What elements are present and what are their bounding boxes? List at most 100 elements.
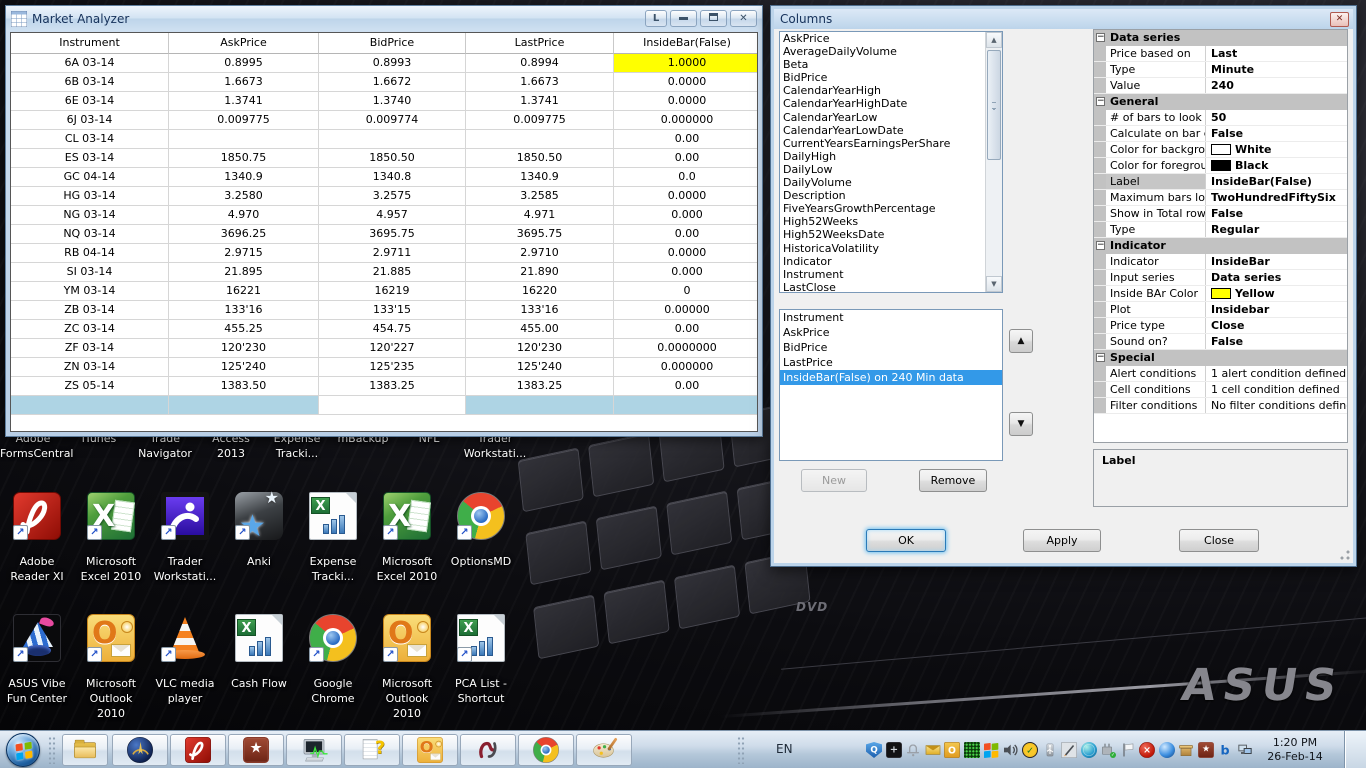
value-cell[interactable]: 1.3740: [319, 92, 466, 111]
property-row[interactable]: Cell conditions 1 cell condition defined: [1094, 382, 1347, 398]
available-column-item[interactable]: Description: [780, 189, 1002, 202]
property-row[interactable]: Price based on Last: [1094, 46, 1347, 62]
available-column-item[interactable]: DailyLow: [780, 163, 1002, 176]
column-header[interactable]: AskPrice: [169, 33, 319, 54]
table-row[interactable]: ZC 03-14 455.25 454.75 455.00 0.00: [11, 320, 757, 339]
tray-norton[interactable]: ✓: [1022, 742, 1038, 758]
property-group-header[interactable]: − Data series: [1094, 30, 1347, 46]
taskbar-clock[interactable]: 1:20 PM 26-Feb-14: [1258, 736, 1332, 764]
value-cell[interactable]: 1383.25: [319, 377, 466, 396]
desktop-icon-asus-vibe[interactable]: ↗ ASUS Vibe Fun Center: [0, 610, 74, 706]
value-cell[interactable]: 0.00: [614, 149, 757, 168]
value-cell[interactable]: 1.6672: [319, 73, 466, 92]
property-row[interactable]: Sound on? False: [1094, 334, 1347, 350]
value-cell[interactable]: 1850.50: [319, 149, 466, 168]
table-row[interactable]: NQ 03-14 3696.25 3695.75 3695.75 0.00: [11, 225, 757, 244]
desktop-icon-adobe[interactable]: ↗ Adobe Reader XI: [0, 488, 74, 584]
value-cell[interactable]: 3.2580: [169, 187, 319, 206]
apply-button[interactable]: Apply: [1023, 529, 1101, 552]
tray-mail-envelope[interactable]: [925, 742, 941, 758]
property-value[interactable]: InsideBar: [1206, 254, 1347, 269]
property-value[interactable]: 1 alert condition defined: [1206, 366, 1347, 381]
close-button[interactable]: ✕: [730, 10, 757, 27]
taskbar-button-ninjatrader[interactable]: [460, 734, 516, 766]
instrument-cell[interactable]: GC 04-14: [11, 168, 169, 187]
instrument-cell[interactable]: ZN 03-14: [11, 358, 169, 377]
available-column-item[interactable]: Beta: [780, 58, 1002, 71]
value-cell[interactable]: 133'16: [169, 301, 319, 320]
value-cell[interactable]: 2.9711: [319, 244, 466, 263]
value-cell[interactable]: 455.25: [169, 320, 319, 339]
property-row[interactable]: Price type Close: [1094, 318, 1347, 334]
resize-grip[interactable]: [1339, 549, 1351, 561]
table-row[interactable]: SI 03-14 21.895 21.885 21.890 0.000: [11, 263, 757, 282]
dialog-close-button[interactable]: ✕: [1330, 12, 1349, 27]
property-value[interactable]: False: [1206, 126, 1347, 141]
property-row[interactable]: Plot Insidebar: [1094, 302, 1347, 318]
value-cell[interactable]: 454.75: [319, 320, 466, 339]
tray-bell[interactable]: [905, 742, 921, 758]
property-row[interactable]: Type Minute: [1094, 62, 1347, 78]
available-column-item[interactable]: CalendarYearLow: [780, 111, 1002, 124]
maximize-button[interactable]: [700, 10, 727, 27]
collapse-icon[interactable]: −: [1096, 97, 1105, 106]
taskbar-button-outlook[interactable]: O: [402, 734, 458, 766]
value-cell[interactable]: 125'235: [319, 358, 466, 377]
available-column-item[interactable]: CalendarYearLowDate: [780, 124, 1002, 137]
value-cell[interactable]: 3695.75: [466, 225, 614, 244]
tray-package-box[interactable]: [1178, 742, 1194, 758]
selected-column-item[interactable]: BidPrice: [780, 340, 1002, 355]
property-group-header[interactable]: − Special: [1094, 350, 1347, 366]
value-cell[interactable]: 0.00: [614, 320, 757, 339]
property-value[interactable]: Regular: [1206, 222, 1347, 237]
value-cell[interactable]: 125'240: [466, 358, 614, 377]
move-down-button[interactable]: ▼: [1009, 412, 1033, 436]
property-value[interactable]: Minute: [1206, 62, 1347, 77]
instrument-cell[interactable]: RB 04-14: [11, 244, 169, 263]
value-cell[interactable]: 0.009774: [319, 111, 466, 130]
value-cell[interactable]: 0.00: [614, 130, 757, 149]
footer-cell[interactable]: [466, 396, 614, 415]
available-column-item[interactable]: CurrentYearsEarningsPerShare: [780, 137, 1002, 150]
scroll-up-icon[interactable]: ▲: [986, 32, 1002, 48]
table-row[interactable]: GC 04-14 1340.9 1340.8 1340.9 0.0: [11, 168, 757, 187]
desktop-icon-microsoft[interactable]: X ↗ Microsoft Excel 2010: [370, 488, 444, 584]
collapse-icon[interactable]: −: [1096, 241, 1105, 250]
dialog-close-button-bottom[interactable]: Close: [1179, 529, 1259, 552]
value-cell[interactable]: 1850.75: [169, 149, 319, 168]
available-column-item[interactable]: CalendarYearHigh: [780, 84, 1002, 97]
tray-action-flag[interactable]: [1120, 742, 1136, 758]
taskbar-button-system-monitor[interactable]: [286, 734, 342, 766]
value-cell[interactable]: 0.0: [614, 168, 757, 187]
desktop[interactable]: DVD ASUS Adobe FormsCentral iTunes Trade Nav…: [0, 0, 1366, 768]
footer-cell[interactable]: [614, 396, 757, 415]
value-cell[interactable]: 2.9715: [169, 244, 319, 263]
selected-column-item[interactable]: AskPrice: [780, 325, 1002, 340]
table-row[interactable]: 6A 03-14 0.8995 0.8993 0.8994 1.0000: [11, 54, 757, 73]
taskbar-button-wunderlist[interactable]: ★: [228, 734, 284, 766]
selected-column-item[interactable]: Instrument: [780, 310, 1002, 325]
table-row[interactable]: 6J 03-14 0.009775 0.009774 0.009775 0.000000: [11, 111, 757, 130]
instrument-cell[interactable]: ZF 03-14: [11, 339, 169, 358]
market-analyzer-titlebar[interactable]: Market Analyzer L ✕: [6, 6, 762, 31]
taskbar-grip[interactable]: [48, 736, 56, 764]
selected-columns-listbox[interactable]: Instrument AskPrice BidPrice LastPrice Insid…: [779, 309, 1003, 461]
highlighted-cell[interactable]: 1.0000: [614, 54, 757, 73]
property-row[interactable]: Show in Total row False: [1094, 206, 1347, 222]
selected-column-item-active[interactable]: InsideBar(False) on 240 Min data: [780, 370, 1002, 385]
table-row[interactable]: NG 03-14 4.970 4.957 4.971 0.000: [11, 206, 757, 225]
value-cell[interactable]: 0.0000: [614, 92, 757, 111]
property-value[interactable]: No filter conditions defined: [1206, 398, 1347, 413]
table-row[interactable]: ES 03-14 1850.75 1850.50 1850.50 0.00: [11, 149, 757, 168]
taskbar-button-adobe-reader[interactable]: [170, 734, 226, 766]
footer-cell[interactable]: [169, 396, 319, 415]
value-cell[interactable]: 0.000: [614, 263, 757, 282]
instrument-cell[interactable]: YM 03-14: [11, 282, 169, 301]
instrument-cell[interactable]: 6A 03-14: [11, 54, 169, 73]
tray-volume[interactable]: [1003, 742, 1019, 758]
available-column-item[interactable]: High52WeeksDate: [780, 228, 1002, 241]
value-cell[interactable]: 120'230: [466, 339, 614, 358]
column-header[interactable]: InsideBar(False): [614, 33, 757, 54]
footer-cell[interactable]: [11, 396, 169, 415]
value-cell[interactable]: 0.0000000: [614, 339, 757, 358]
